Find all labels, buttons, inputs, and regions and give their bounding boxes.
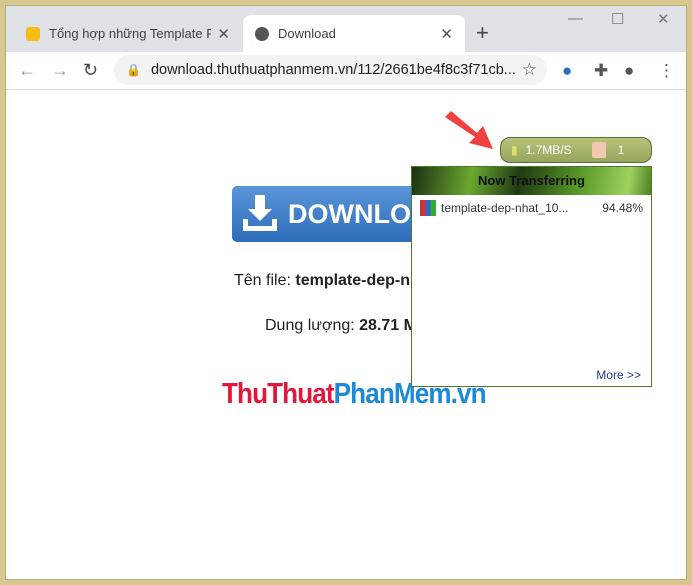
- bookmark-star-icon[interactable]: ☆: [522, 60, 537, 80]
- download-icon: [243, 195, 277, 231]
- back-button[interactable]: ←: [18, 60, 36, 81]
- page-content: DOWNLOAD Tên file: template-dep-nhat_10.…: [6, 91, 686, 579]
- file-size-line: Dung lượng: 28.71 MB: [265, 317, 429, 335]
- close-window-button[interactable]: ✕: [657, 10, 670, 28]
- globe-icon: [255, 26, 269, 41]
- new-tab-button[interactable]: +: [476, 20, 489, 46]
- close-tab-icon[interactable]: ✕: [217, 25, 230, 43]
- transfer-item[interactable]: template-dep-nhat_10... 94.48%: [412, 195, 651, 221]
- idm-speed-bar[interactable]: ▮ 1.7MB/S 1: [500, 137, 652, 163]
- red-arrow-annotation: [445, 111, 493, 149]
- tab-bar: Tổng hợp những Template PowerPoint ✕ Dow…: [6, 6, 686, 52]
- transfer-progress: 94.48%: [602, 201, 643, 215]
- menu-icon[interactable]: ⋮: [658, 61, 675, 81]
- idm-extension-icon[interactable]: ●: [562, 61, 572, 81]
- browser-window: Tổng hợp những Template PowerPoint ✕ Dow…: [5, 5, 687, 580]
- idm-transfer-popup: Now Transferring template-dep-nhat_10...…: [411, 166, 652, 387]
- queue-list-icon: [591, 142, 606, 158]
- file-label: Tên file:: [234, 272, 296, 289]
- maximize-button[interactable]: ☐: [611, 10, 624, 28]
- logo-part1: ThuThuat: [222, 378, 335, 410]
- winrar-icon: [420, 200, 436, 216]
- reload-button[interactable]: ↻: [83, 60, 98, 81]
- profile-icon[interactable]: ●: [624, 61, 634, 81]
- tab-download[interactable]: Download ✕: [243, 15, 465, 52]
- forward-button[interactable]: →: [51, 60, 69, 81]
- toolbar: ← → ↻ 🔒 download.thuthuatphanmem.vn/112/…: [6, 52, 686, 90]
- download-speed: 1.7MB/S: [525, 143, 572, 157]
- size-label: Dung lượng:: [265, 317, 360, 334]
- queue-count: 1: [617, 143, 625, 157]
- tab-templates[interactable]: Tổng hợp những Template PowerPoint ✕: [14, 15, 242, 52]
- transfer-file-name: template-dep-nhat_10...: [441, 201, 569, 215]
- url-text: download.thuthuatphanmem.vn/112/2661be4f…: [150, 62, 516, 78]
- address-bar[interactable]: 🔒 download.thuthuatphanmem.vn/112/2661be…: [114, 55, 547, 85]
- extensions-puzzle-icon[interactable]: ✚: [594, 61, 608, 81]
- more-link[interactable]: More >>: [596, 368, 641, 382]
- popup-title: Now Transferring: [412, 167, 651, 195]
- minimize-button[interactable]: —: [568, 10, 583, 27]
- tab-title: Tổng hợp những Template PowerPoint: [49, 26, 212, 41]
- keep-icon: [26, 26, 40, 41]
- close-tab-icon[interactable]: ✕: [440, 25, 453, 43]
- lock-icon: 🔒: [126, 63, 141, 77]
- download-speed-icon: ▮: [511, 143, 518, 157]
- tab-title: Download: [278, 26, 336, 41]
